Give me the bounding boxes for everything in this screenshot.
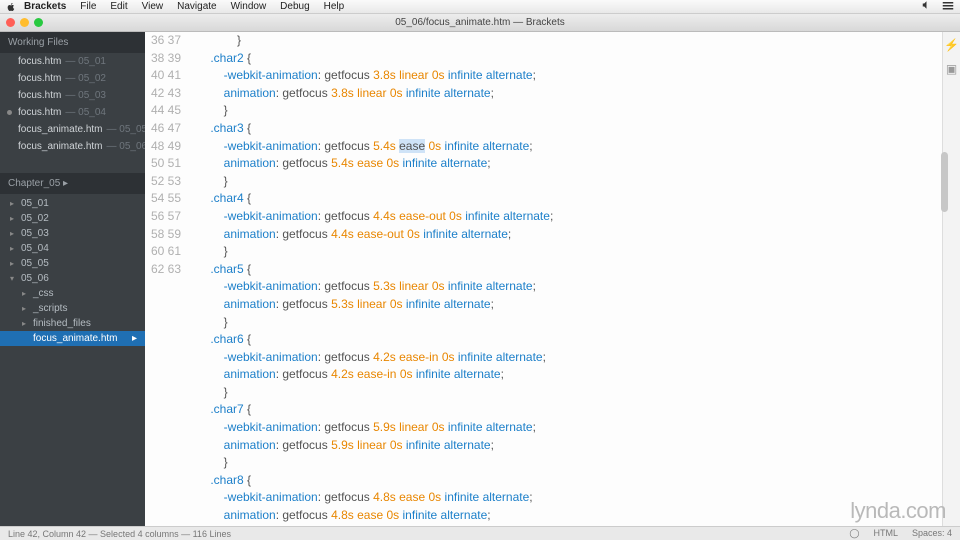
menu-window[interactable]: Window <box>231 1 267 12</box>
working-file-item[interactable]: focus.htm — 05_01 <box>0 53 145 70</box>
working-file-item[interactable]: focus.htm — 05_03 <box>0 87 145 104</box>
project-section[interactable]: Chapter_05 ▸ <box>0 173 145 194</box>
window-title: 05_06/focus_animate.htm — Brackets <box>395 17 565 28</box>
menu-edit[interactable]: Edit <box>110 1 127 12</box>
live-preview-icon[interactable]: ⚡ <box>944 38 959 52</box>
working-file-item[interactable]: focus.htm — 05_02 <box>0 70 145 87</box>
working-file-item[interactable]: focus.htm — 05_04 <box>0 104 145 121</box>
working-file-item[interactable]: focus_animate.htm — 05_05 <box>0 121 145 138</box>
window-titlebar: 05_06/focus_animate.htm — Brackets <box>0 14 960 32</box>
scrollbar-thumb[interactable] <box>941 152 948 212</box>
tree-item[interactable]: ▸05_03 <box>0 226 145 241</box>
menu-navigate[interactable]: Navigate <box>177 1 216 12</box>
menu-help[interactable]: Help <box>324 1 345 12</box>
watermark: lynda.com <box>850 498 946 524</box>
tree-item[interactable]: ▾05_06 <box>0 271 145 286</box>
tree-item[interactable]: ▸finished_files <box>0 316 145 331</box>
line-gutter: 36 37 38 39 40 41 42 43 44 45 46 47 48 4… <box>145 32 193 526</box>
volume-icon[interactable] <box>922 0 934 13</box>
tree-item[interactable]: ▸_css <box>0 286 145 301</box>
traffic-lights <box>6 18 43 27</box>
apple-icon[interactable] <box>6 2 16 12</box>
sidebar: Working Files focus.htm — 05_01focus.htm… <box>0 32 145 526</box>
menu-extras-icon[interactable] <box>942 0 954 13</box>
cursor-status: Line 42, Column 42 — Selected 4 columns … <box>8 529 231 539</box>
tree-item[interactable]: ▸05_04 <box>0 241 145 256</box>
menu-file[interactable]: File <box>80 1 96 12</box>
status-circle-icon[interactable]: ◯ <box>849 528 859 539</box>
menu-app[interactable]: Brackets <box>24 1 66 12</box>
menu-view[interactable]: View <box>142 1 164 12</box>
code-editor[interactable]: 36 37 38 39 40 41 42 43 44 45 46 47 48 4… <box>145 32 960 526</box>
language-mode[interactable]: HTML <box>873 528 898 539</box>
menu-debug[interactable]: Debug <box>280 1 309 12</box>
tree-item[interactable]: ▸05_05 <box>0 256 145 271</box>
right-toolbar: ⚡ ▣ <box>942 32 960 526</box>
status-bar: Line 42, Column 42 — Selected 4 columns … <box>0 526 960 540</box>
tree-item[interactable]: ▸_scripts <box>0 301 145 316</box>
zoom-button[interactable] <box>34 18 43 27</box>
code-content[interactable]: } .char2 { -webkit-animation: getfocus 3… <box>193 32 942 526</box>
working-file-item[interactable]: focus_animate.htm — 05_06 <box>0 138 145 155</box>
mac-menubar: Brackets File Edit View Navigate Window … <box>0 0 960 14</box>
indent-mode[interactable]: Spaces: 4 <box>912 528 952 539</box>
minimize-button[interactable] <box>20 18 29 27</box>
tree-item-selected[interactable]: focus_animate.htm▸ <box>0 331 145 346</box>
tree-item[interactable]: ▸05_02 <box>0 211 145 226</box>
close-button[interactable] <box>6 18 15 27</box>
working-files-header: Working Files <box>0 32 145 53</box>
extension-icon[interactable]: ▣ <box>946 62 957 76</box>
tree-item[interactable]: ▸05_01 <box>0 196 145 211</box>
